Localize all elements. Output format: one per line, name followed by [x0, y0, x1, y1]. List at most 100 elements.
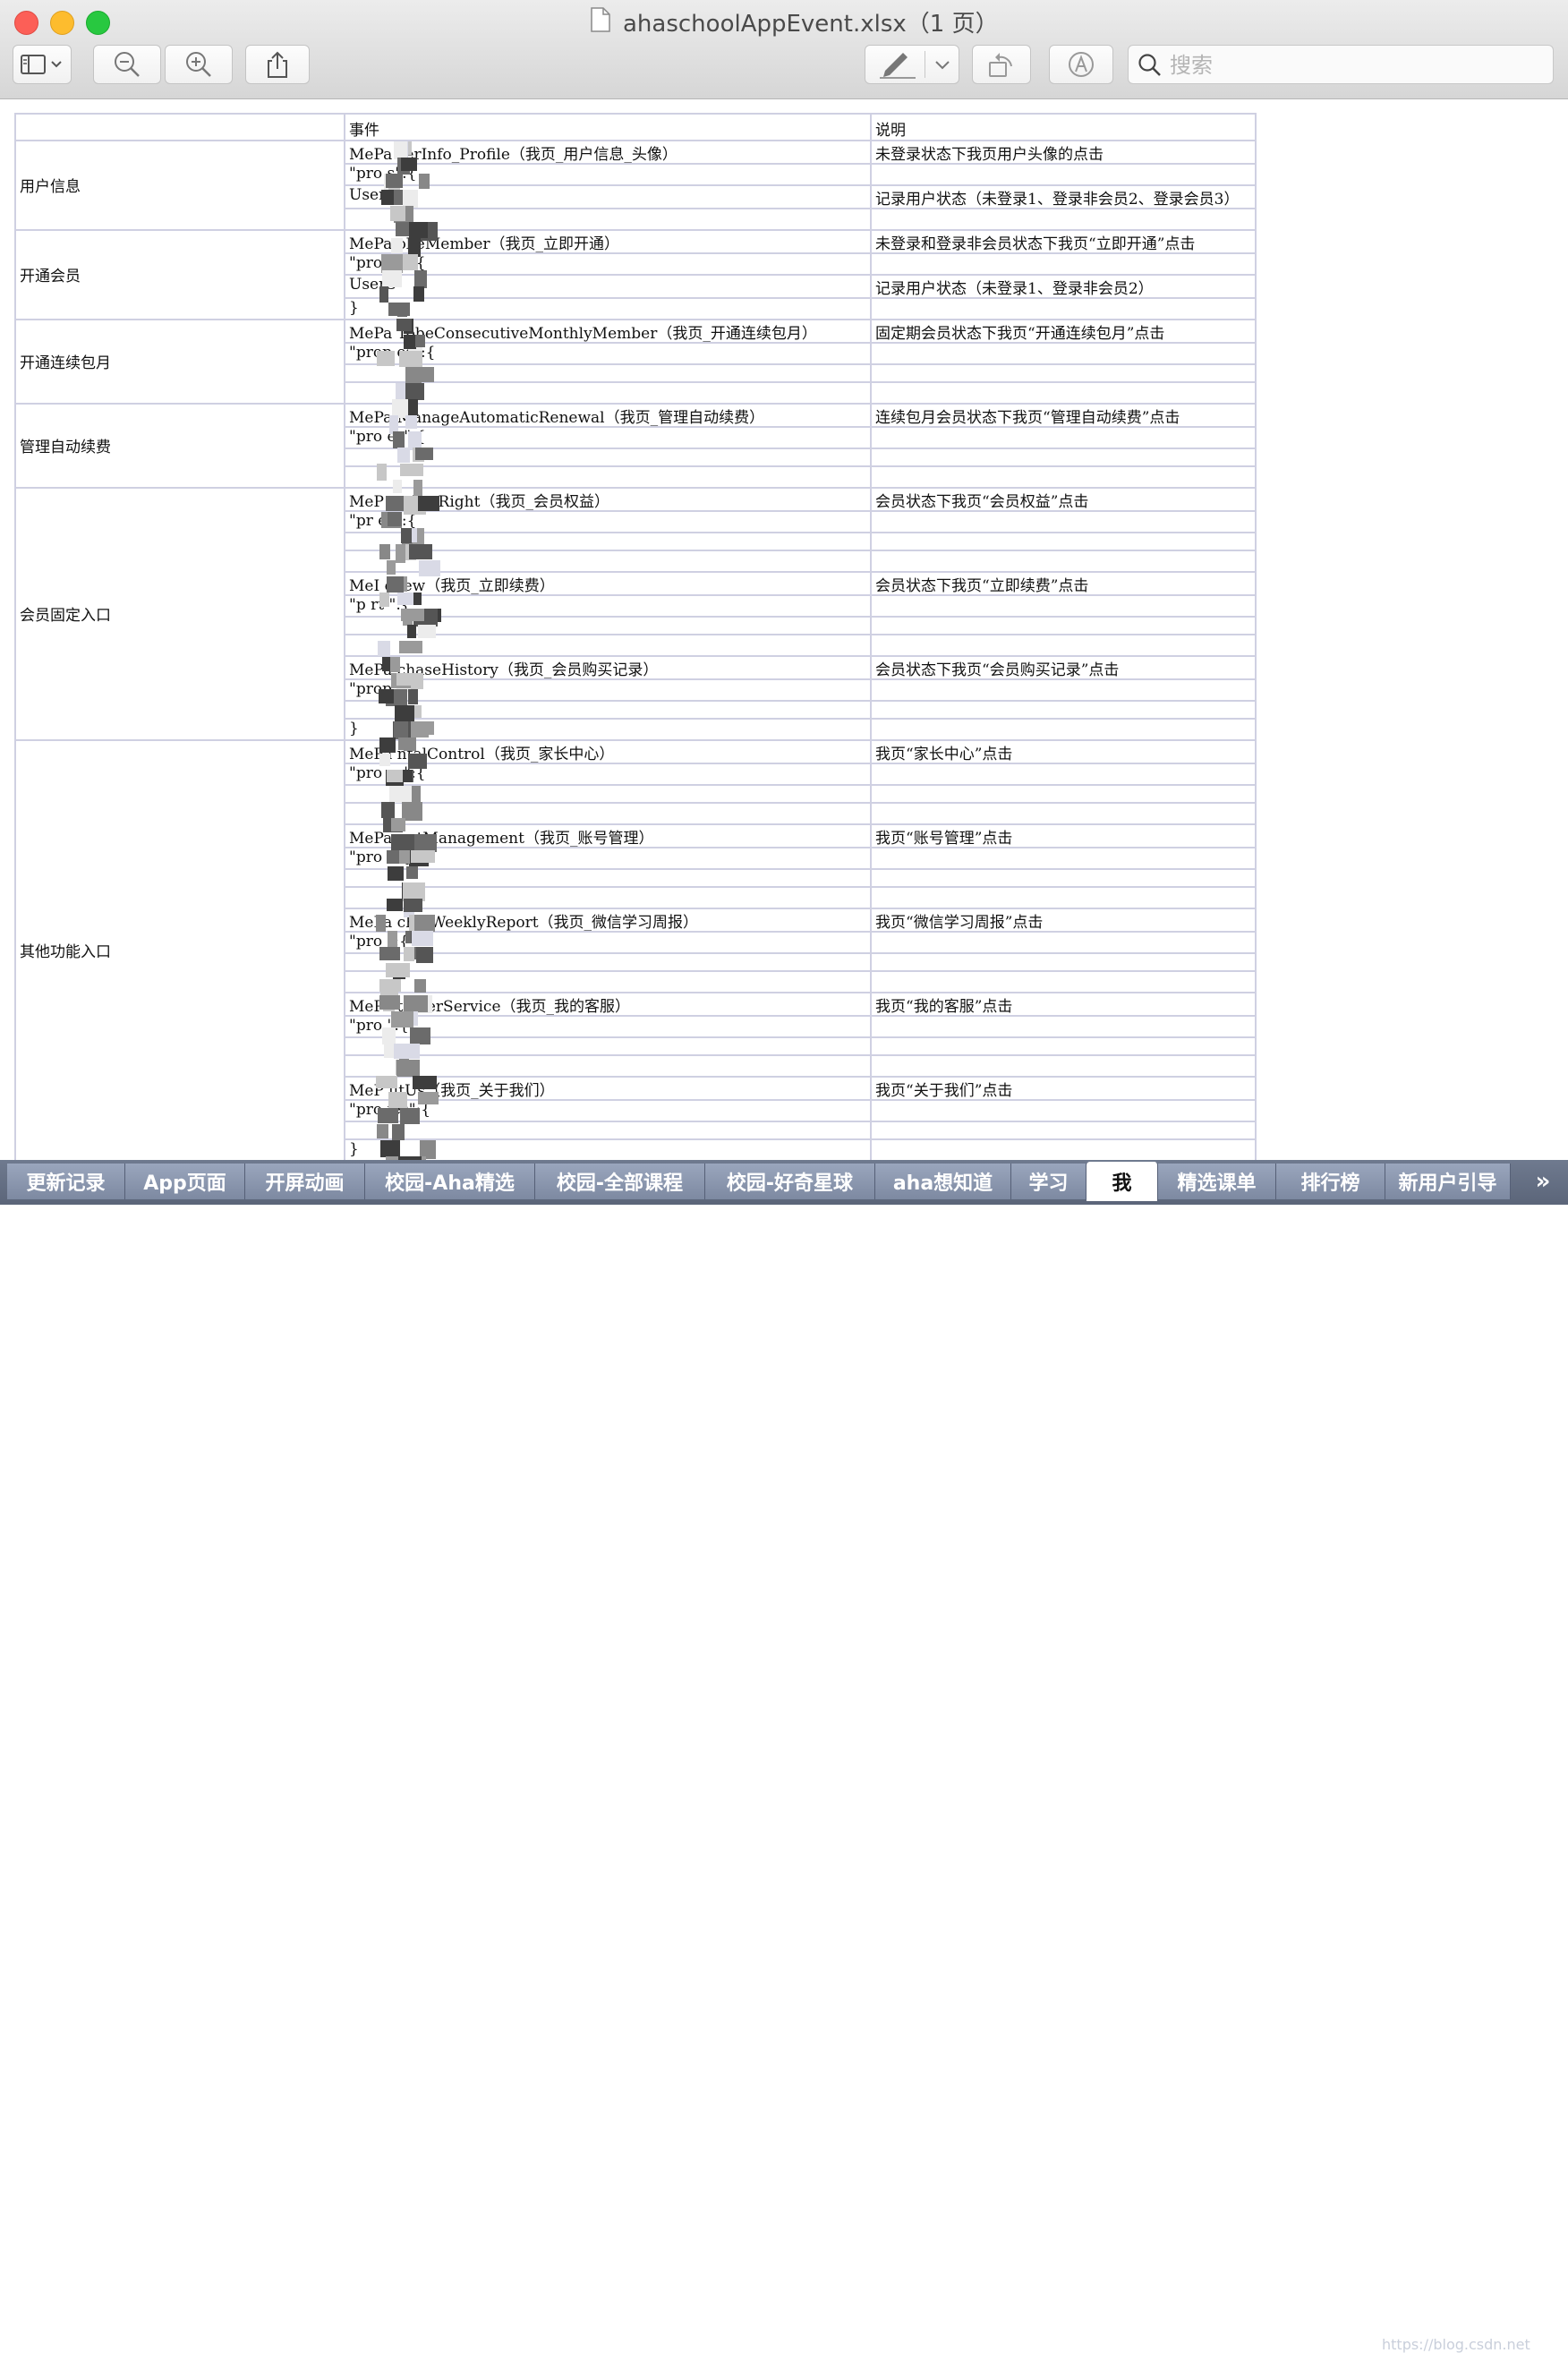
search-icon	[1138, 54, 1161, 76]
description-cell: 我页“我的客服”点击	[875, 998, 1013, 1016]
redaction-mosaic	[406, 866, 418, 879]
sheet-tab[interactable]: aha想知道	[875, 1164, 1011, 1199]
redaction-mosaic	[376, 915, 386, 932]
sheet-tab[interactable]: 校园-全部课程	[535, 1164, 705, 1199]
redaction-mosaic	[419, 174, 430, 189]
redaction-mosaic	[387, 560, 396, 575]
redaction-mosaic	[410, 1027, 430, 1044]
redaction-mosaic	[413, 286, 424, 302]
grid-line	[344, 363, 1255, 365]
markup-button[interactable]	[865, 45, 959, 84]
sheet-tab[interactable]: 更新记录	[7, 1164, 125, 1199]
section-label: 会员固定入口	[20, 607, 111, 625]
search-field[interactable]	[1128, 45, 1554, 85]
share-button[interactable]	[245, 45, 310, 84]
sheet-tab[interactable]: 校园-好奇星球	[705, 1164, 875, 1199]
event-cell: MePa serInfo_Profile（我页_用户信息_头像）	[349, 146, 677, 164]
grid-line	[14, 229, 344, 231]
description-cell: 未登录状态下我页用户头像的点击	[875, 146, 1104, 164]
description-cell: 我页“账号管理”点击	[875, 830, 1013, 848]
sheet-tab[interactable]: 新用户引导	[1385, 1164, 1511, 1199]
redaction-mosaic	[413, 480, 422, 496]
section-label: 开通连续包月	[20, 354, 111, 372]
event-cell: MePa TobeConsecutiveMonthlyMember（我页_开通连…	[349, 325, 817, 343]
redaction-mosaic	[415, 335, 425, 347]
redaction-mosaic	[404, 995, 428, 1012]
redaction-mosaic	[379, 544, 390, 559]
sheet-tab[interactable]: 校园-Aha精选	[365, 1164, 535, 1199]
redaction-mosaic	[388, 866, 404, 881]
window-titlebar: ahaschoolAppEvent.xlsx（1 页）	[0, 0, 1568, 99]
grid-line	[14, 113, 1255, 115]
zoom-in-button[interactable]	[165, 45, 233, 84]
event-cell: "pro es":{	[349, 428, 426, 446]
pen-icon	[880, 53, 916, 79]
grid-line	[14, 140, 344, 141]
redaction-mosaic	[416, 947, 433, 963]
grid-line	[14, 403, 344, 405]
redaction-mosaic	[413, 1076, 437, 1089]
redaction-mosaic	[419, 560, 440, 576]
sheet-tab[interactable]: 排行榜	[1276, 1164, 1385, 1199]
rotate-button[interactable]	[972, 45, 1031, 84]
redaction-mosaic	[382, 270, 402, 287]
redaction-mosaic	[379, 593, 389, 607]
redaction-mosaic	[411, 721, 429, 737]
redaction-mosaic	[387, 850, 399, 864]
event-cell: }	[349, 299, 359, 317]
sheet-tab[interactable]: App页面	[125, 1164, 245, 1199]
zoom-out-button[interactable]	[93, 45, 161, 84]
redaction-mosaic	[414, 270, 427, 288]
grid-line	[344, 1054, 1255, 1056]
redaction-mosaic	[379, 754, 390, 766]
description-cell: 会员状态下我页“立即续费”点击	[875, 577, 1089, 595]
redaction-mosaic	[386, 963, 410, 977]
redaction-mosaic	[414, 915, 435, 932]
redaction-mosaic	[399, 351, 422, 367]
redaction-mosaic	[380, 979, 398, 996]
grid-line	[344, 550, 1255, 551]
redaction-mosaic	[390, 657, 400, 672]
sheet-tab[interactable]: 我	[1087, 1162, 1158, 1201]
minimize-window-button[interactable]	[50, 11, 74, 35]
redaction-mosaic	[414, 979, 426, 993]
event-cell: "pro es":{	[349, 254, 426, 272]
redaction-mosaic	[379, 689, 394, 703]
sidebar-toggle-button[interactable]	[13, 45, 72, 84]
redaction-mosaic	[378, 1108, 398, 1123]
grid-line	[344, 970, 1255, 972]
redaction-mosaic	[393, 480, 402, 493]
redaction-mosaic	[391, 818, 405, 831]
grid-line	[344, 868, 1255, 870]
annotate-button[interactable]	[1049, 45, 1113, 84]
section-label: 管理自动续费	[20, 439, 111, 456]
chevron-down-icon[interactable]	[933, 59, 951, 72]
grid-line	[344, 532, 1255, 533]
description-cell: 会员状态下我页“会员权益”点击	[875, 493, 1089, 511]
event-cell: "prop es":{	[349, 344, 436, 362]
sheet-tab[interactable]: 精选课单	[1158, 1164, 1276, 1199]
maximize-window-button[interactable]	[86, 11, 110, 35]
sheet-tab[interactable]: 学习	[1011, 1164, 1087, 1199]
close-window-button[interactable]	[14, 11, 38, 35]
search-input[interactable]	[1168, 46, 1547, 85]
description-cell: 我页“关于我们”点击	[875, 1082, 1013, 1100]
grid-line	[344, 634, 1255, 635]
description-cell: 我页“微信学习周报”点击	[875, 914, 1044, 932]
redaction-mosaic	[387, 770, 403, 782]
grid-line	[344, 616, 1255, 618]
redaction-mosaic	[399, 641, 422, 653]
description-cell: 固定期会员状态下我页“开通连续包月”点击	[875, 325, 1165, 343]
sheet-tab[interactable]: 开屏动画	[245, 1164, 365, 1199]
more-tabs-button[interactable]: »	[1523, 1164, 1563, 1199]
redaction-mosaic	[377, 464, 387, 481]
redaction-mosaic	[388, 303, 410, 316]
redaction-mosaic	[400, 464, 423, 476]
grid-line	[344, 784, 1255, 786]
redaction-mosaic	[404, 335, 416, 349]
sidebar-icon	[21, 55, 62, 74]
redaction-mosaic	[407, 625, 416, 638]
redaction-mosaic	[395, 705, 414, 723]
redaction-mosaic	[391, 1011, 413, 1027]
document-icon	[591, 7, 610, 32]
